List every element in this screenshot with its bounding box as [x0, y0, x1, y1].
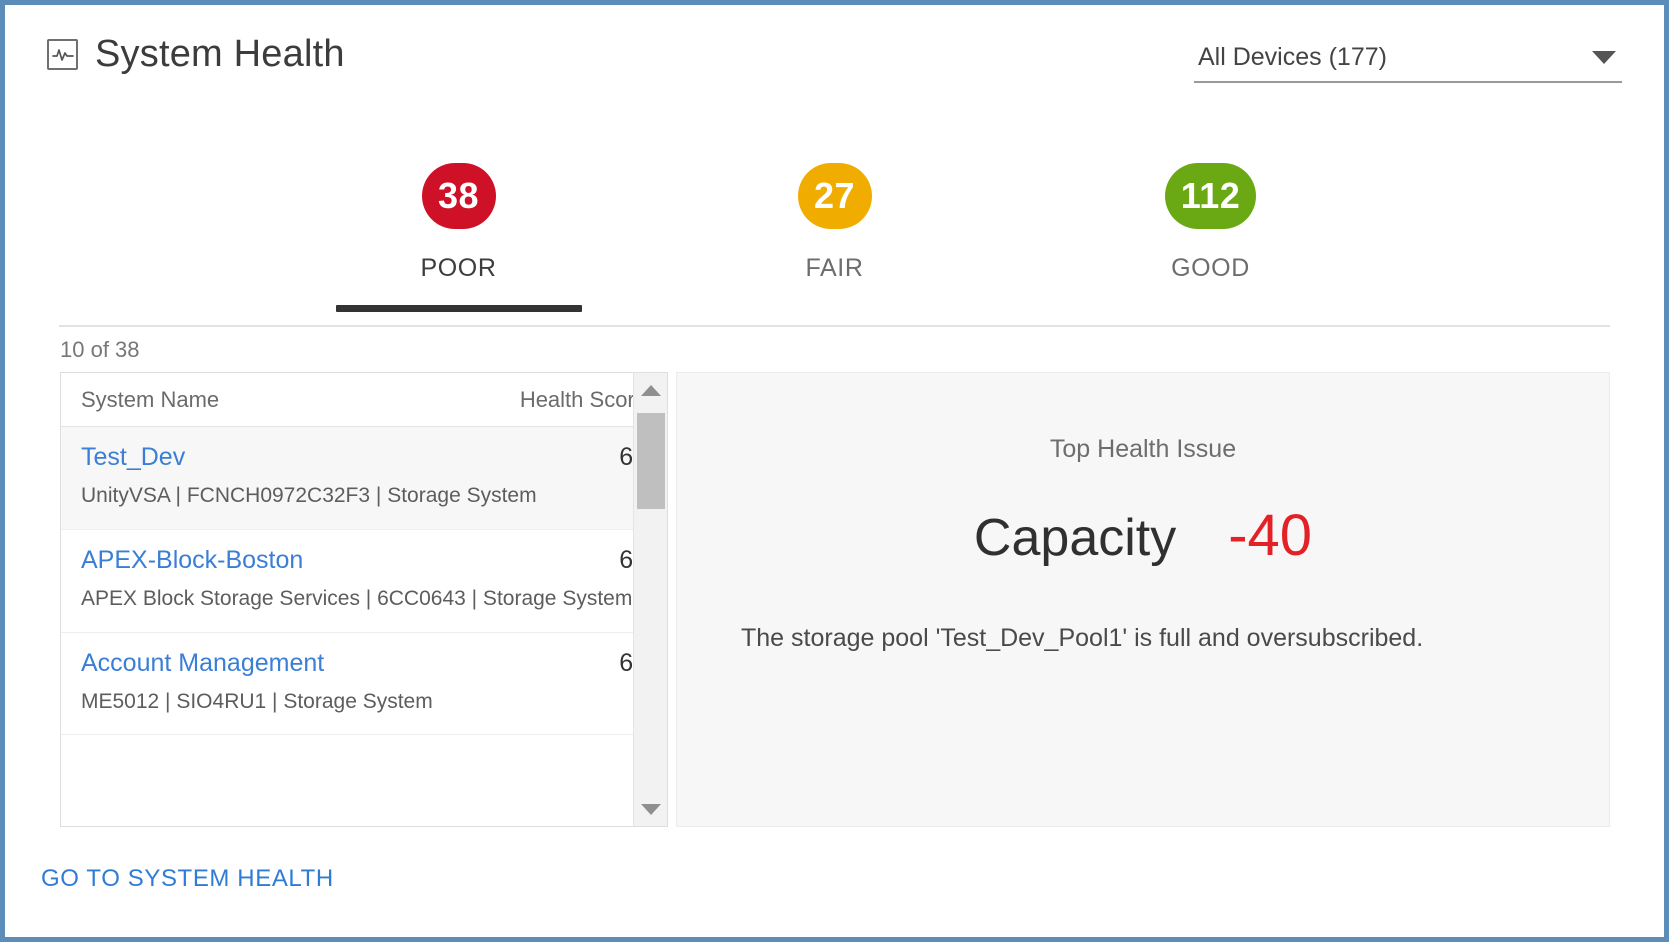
health-pulse-icon [47, 38, 78, 70]
table-row-primary: Test_Dev 60 [81, 443, 647, 472]
table-row[interactable]: APEX-Block-Boston 60 APEX Block Storage … [61, 530, 667, 633]
chevron-down-icon [1592, 51, 1616, 64]
go-to-system-health-link[interactable]: GO TO SYSTEM HEALTH [41, 865, 334, 893]
system-meta: UnityVSA | FCNCH0972C32F3 | Storage Syst… [81, 484, 537, 507]
tab-fair[interactable]: 27 FAIR [712, 163, 958, 312]
issue-category: Capacity [973, 509, 1177, 567]
card-header: System Health All Devices (177) [47, 35, 1622, 113]
poor-count: 38 [437, 175, 480, 216]
system-health-widget: System Health All Devices (177) 38 POOR … [0, 0, 1669, 942]
system-list-panel: System Name Health Score Test_Dev 60 Uni… [60, 372, 668, 827]
card-title-group: System Health [47, 35, 345, 73]
result-count: 10 of 38 [60, 337, 140, 362]
system-name-link[interactable]: APEX-Block-Boston [81, 546, 303, 575]
issue-description: The storage pool 'Test_Dev_Pool1' is ful… [741, 624, 1424, 652]
column-header-health-score[interactable]: Health Score [520, 387, 647, 413]
fair-count-badge: 27 [797, 163, 872, 229]
widget-body: System Name Health Score Test_Dev 60 Uni… [60, 372, 1610, 827]
table-scrollbar[interactable] [633, 373, 667, 826]
system-name-link[interactable]: Test_Dev [81, 443, 185, 472]
table-row[interactable]: Test_Dev 60 UnityVSA | FCNCH0972C32F3 | … [61, 427, 667, 530]
good-count: 112 [1180, 175, 1241, 216]
system-meta: ME5012 | SIO4RU1 | Storage System [81, 689, 433, 713]
top-health-issue-panel: Top Health Issue Capacity -40 The storag… [676, 372, 1610, 827]
tabs-divider [59, 325, 1610, 327]
system-name-link[interactable]: Account Management [81, 649, 324, 678]
tab-good[interactable]: 112 GOOD [1088, 163, 1334, 312]
device-filter-dropdown[interactable]: All Devices (177) [1194, 43, 1622, 83]
column-header-system-name[interactable]: System Name [81, 387, 219, 413]
table-header: System Name Health Score [61, 373, 667, 427]
table-row[interactable]: Account Management 60 ME5012 | SIO4RU1 |… [61, 633, 667, 736]
table-body: Test_Dev 60 UnityVSA | FCNCH0972C32F3 | … [61, 427, 667, 826]
issue-score: -40 [1228, 503, 1313, 568]
good-count-badge: 112 [1164, 163, 1257, 229]
poor-count-badge: 38 [421, 163, 496, 229]
system-meta: APEX Block Storage Services | 6CC0643 | … [81, 586, 633, 610]
poor-label: POOR [420, 254, 497, 282]
top-health-issue-summary: Capacity -40 [974, 502, 1312, 569]
good-label: GOOD [1171, 254, 1250, 282]
scroll-up-arrow-icon[interactable] [634, 373, 667, 407]
device-filter-value: All Devices (177) [1198, 43, 1387, 71]
table-row-primary: APEX-Block-Boston 60 [81, 546, 647, 575]
scrollbar-thumb[interactable] [637, 413, 665, 509]
table-row-primary: Account Management 60 [81, 649, 647, 678]
health-status-tabs: 38 POOR 27 FAIR 112 GOOD [5, 163, 1664, 312]
tab-poor-active-indicator [335, 305, 582, 312]
fair-count: 27 [813, 175, 856, 216]
scroll-down-arrow-icon[interactable] [634, 792, 667, 826]
fair-label: FAIR [805, 254, 864, 282]
system-health-card: System Health All Devices (177) 38 POOR … [5, 5, 1664, 937]
tab-poor[interactable]: 38 POOR [335, 163, 582, 312]
top-health-issue-caption: Top Health Issue [1049, 435, 1237, 463]
page-title: System Health [95, 33, 345, 75]
